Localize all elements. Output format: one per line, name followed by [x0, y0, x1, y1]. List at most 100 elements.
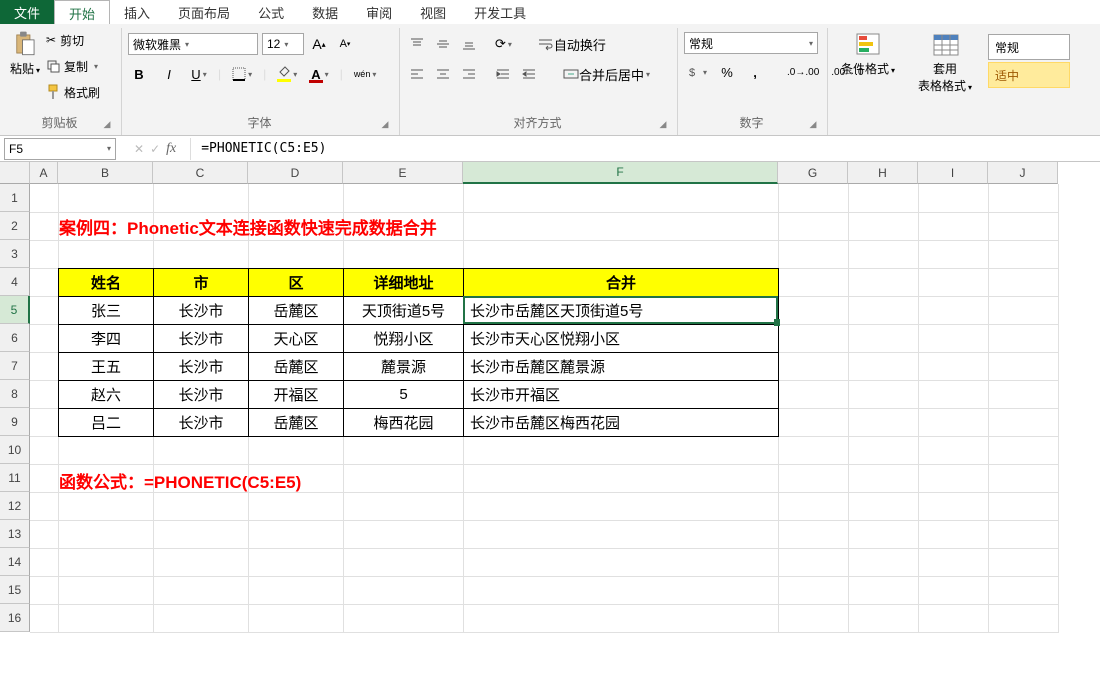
cell[interactable]: [58, 548, 153, 576]
cell[interactable]: [248, 604, 343, 632]
conditional-format-button[interactable]: 条件格式: [837, 28, 899, 79]
colhead-D[interactable]: D: [248, 162, 343, 184]
cell[interactable]: [778, 464, 848, 492]
accept-formula-icon[interactable]: ✓: [150, 142, 160, 156]
table-cell[interactable]: 麓景源: [344, 353, 464, 381]
cell[interactable]: [463, 520, 778, 548]
table-cell[interactable]: 张三: [59, 297, 154, 325]
cell-styles-gallery[interactable]: 常规 适中: [988, 34, 1070, 88]
colhead-C[interactable]: C: [153, 162, 248, 184]
table-cell[interactable]: 5: [344, 381, 464, 409]
cell[interactable]: [918, 548, 988, 576]
cell[interactable]: [30, 520, 58, 548]
tab-页面布局[interactable]: 页面布局: [164, 0, 244, 24]
cell[interactable]: [248, 492, 343, 520]
cell[interactable]: [778, 324, 848, 352]
formula-input[interactable]: =PHONETIC(C5:E5): [195, 138, 1100, 160]
cell[interactable]: [248, 240, 343, 268]
table-cell[interactable]: 长沙市: [154, 353, 249, 381]
cell[interactable]: [248, 520, 343, 548]
table-cell[interactable]: 长沙市: [154, 297, 249, 325]
align-right-button[interactable]: [458, 63, 480, 85]
currency-button[interactable]: $▾: [684, 61, 710, 83]
border-button[interactable]: ▾: [229, 63, 255, 85]
cell[interactable]: [153, 520, 248, 548]
format-as-table-button[interactable]: 套用 表格格式: [914, 28, 976, 96]
cell[interactable]: [988, 184, 1058, 212]
comma-button[interactable]: ,: [744, 61, 766, 83]
cell[interactable]: [918, 604, 988, 632]
align-launcher-icon[interactable]: ◢: [657, 119, 669, 131]
rowhead-1[interactable]: 1: [0, 184, 30, 212]
cell[interactable]: [778, 212, 848, 240]
cell[interactable]: [778, 576, 848, 604]
number-launcher-icon[interactable]: ◢: [807, 119, 819, 131]
cell[interactable]: [848, 520, 918, 548]
rowhead-13[interactable]: 13: [0, 520, 30, 548]
cell[interactable]: [988, 604, 1058, 632]
cell[interactable]: [848, 408, 918, 436]
cell[interactable]: [848, 492, 918, 520]
table-header[interactable]: 详细地址: [344, 269, 464, 297]
cell[interactable]: [30, 324, 58, 352]
cell[interactable]: [848, 184, 918, 212]
cell[interactable]: [153, 548, 248, 576]
paste-button[interactable]: 粘贴: [6, 28, 44, 79]
align-bottom-button[interactable]: [458, 33, 480, 55]
cell[interactable]: [988, 548, 1058, 576]
rowhead-8[interactable]: 8: [0, 380, 30, 408]
font-color-button[interactable]: A▾: [308, 63, 331, 85]
cell[interactable]: [248, 576, 343, 604]
cancel-formula-icon[interactable]: ✕: [134, 142, 144, 156]
increase-font-button[interactable]: A▴: [308, 33, 330, 55]
table-cell[interactable]: 天心区: [249, 325, 344, 353]
cell[interactable]: [988, 268, 1058, 296]
cell[interactable]: [778, 380, 848, 408]
colhead-F[interactable]: F: [463, 162, 778, 184]
cell[interactable]: [778, 436, 848, 464]
underline-button[interactable]: U▾: [188, 63, 210, 85]
cell[interactable]: [248, 548, 343, 576]
cell[interactable]: [988, 436, 1058, 464]
cell[interactable]: [463, 548, 778, 576]
cell[interactable]: [30, 268, 58, 296]
cell[interactable]: [58, 492, 153, 520]
cell[interactable]: [58, 520, 153, 548]
cell[interactable]: [153, 604, 248, 632]
percent-button[interactable]: %: [716, 61, 738, 83]
cell[interactable]: [988, 352, 1058, 380]
table-cell[interactable]: 悦翔小区: [344, 325, 464, 353]
cell[interactable]: [778, 604, 848, 632]
tab-开始[interactable]: 开始: [54, 0, 110, 24]
cell[interactable]: [778, 184, 848, 212]
cell[interactable]: [918, 184, 988, 212]
cell[interactable]: [463, 576, 778, 604]
table-cell[interactable]: 岳麓区: [249, 409, 344, 437]
cell[interactable]: [463, 184, 778, 212]
style-ok[interactable]: 适中: [988, 62, 1070, 88]
cell[interactable]: [918, 212, 988, 240]
italic-button[interactable]: I: [158, 63, 180, 85]
cell[interactable]: [343, 492, 463, 520]
cell[interactable]: [778, 268, 848, 296]
cell[interactable]: [343, 436, 463, 464]
cell[interactable]: [343, 548, 463, 576]
cell[interactable]: [58, 576, 153, 604]
table-header[interactable]: 姓名: [59, 269, 154, 297]
tab-数据[interactable]: 数据: [298, 0, 352, 24]
table-header[interactable]: 市: [154, 269, 249, 297]
cell[interactable]: [848, 296, 918, 324]
cell[interactable]: [918, 492, 988, 520]
fill-color-button[interactable]: ▾: [274, 63, 300, 85]
tab-公式[interactable]: 公式: [244, 0, 298, 24]
cell[interactable]: [918, 240, 988, 268]
cell[interactable]: [988, 380, 1058, 408]
cell[interactable]: [30, 380, 58, 408]
cell[interactable]: [343, 184, 463, 212]
cell[interactable]: [918, 520, 988, 548]
table-cell[interactable]: 王五: [59, 353, 154, 381]
cell[interactable]: [153, 184, 248, 212]
cell[interactable]: [58, 436, 153, 464]
cell[interactable]: [918, 408, 988, 436]
cell[interactable]: [778, 296, 848, 324]
